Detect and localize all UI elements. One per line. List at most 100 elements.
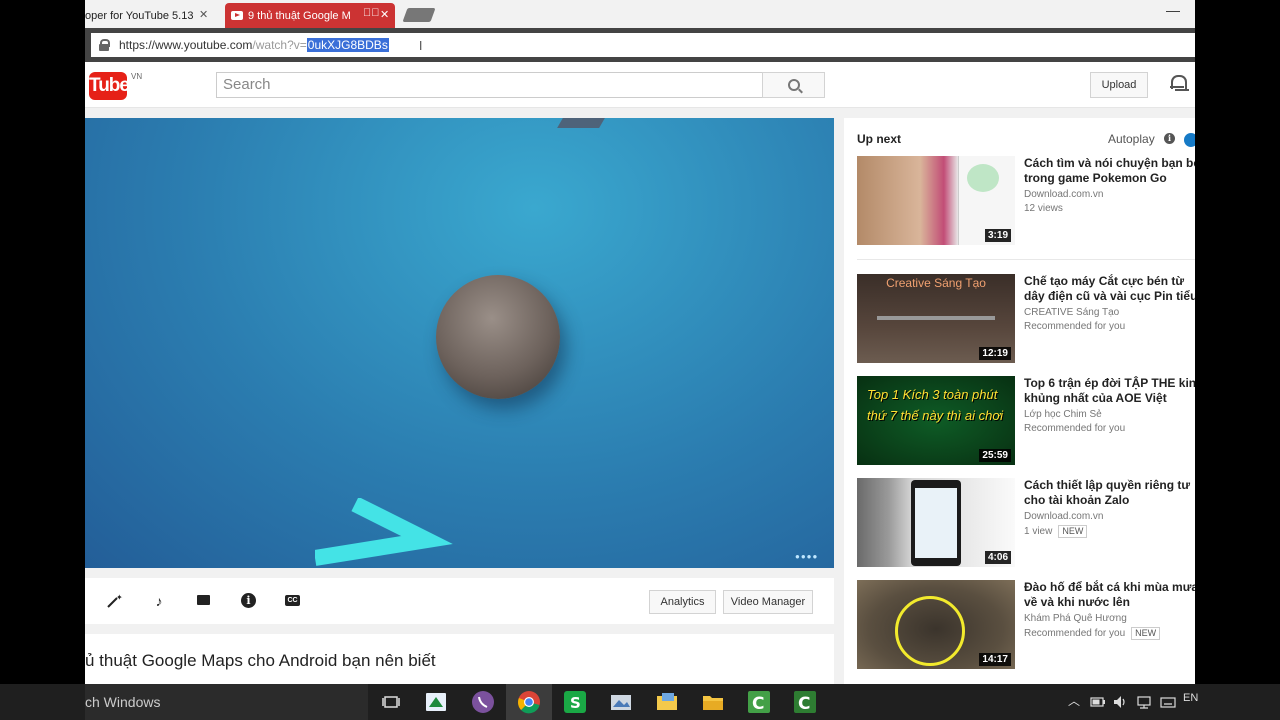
camtasia-icon[interactable]: C <box>746 689 772 715</box>
svg-text:C: C <box>752 694 764 714</box>
video-card[interactable]: Creative Sáng Tạo 12:19 Chế tạo máy Cắt … <box>857 274 1195 364</box>
video-thumbnail[interactable]: Top 1 Kích 3 toàn phút thứ 7 thế này thì… <box>857 376 1015 465</box>
video-card-meta: 12 views <box>1024 203 1063 214</box>
video-thumbnail[interactable]: Creative Sáng Tạo 12:19 <box>857 274 1015 363</box>
video-info-panel: ủ thuật Google Maps cho Android bạn nên … <box>85 634 834 684</box>
chrome-icon[interactable] <box>516 689 542 715</box>
battery-icon[interactable] <box>1090 694 1106 710</box>
autoplay-toggle[interactable] <box>1184 133 1195 147</box>
tab-close-icon[interactable]: ✕ <box>380 8 389 21</box>
video-card[interactable]: 14:17 Đào hố để bắt cá khi mùa mưa về và… <box>857 580 1195 670</box>
search-icon <box>787 79 800 91</box>
tab-title: 9 thủ thuật Google M <box>248 9 351 22</box>
speaker-icon[interactable]: ◀ﾞ <box>363 7 380 19</box>
video-player[interactable]: ●●●● <box>85 118 834 568</box>
video-card-channel: Download.com.vn <box>1024 189 1104 200</box>
camtasia-recorder-icon[interactable]: C <box>792 689 818 715</box>
notification-bell-icon[interactable] <box>1170 74 1187 91</box>
youtube-page: Tube VN Search Upload ●●●● ✦ ♪ i CC Anal… <box>85 62 1195 684</box>
video-card-title[interactable]: Top 6 trận ép đời TẬP THE kinh khủng nhấ… <box>1024 376 1195 406</box>
taskbar-search-box[interactable]: ch Windows <box>85 684 368 720</box>
video-card-channel: Download.com.vn <box>1024 511 1104 522</box>
info-icon[interactable]: i <box>1164 133 1175 144</box>
captions-icon[interactable]: CC <box>284 592 302 610</box>
file-explorer-icon[interactable] <box>700 689 726 715</box>
video-card-recommended: Recommended for you <box>1024 628 1126 639</box>
chevron-up-icon[interactable]: ︿ <box>1068 692 1080 709</box>
video-frame-sphere <box>436 275 560 399</box>
video-thumbnail[interactable]: 14:17 <box>857 580 1015 669</box>
info-icon[interactable]: i <box>240 592 258 610</box>
video-card-channel: CREATIVE Sáng Tạo <box>1024 307 1120 318</box>
screen-border-right <box>1195 0 1280 684</box>
youtube-favicon-icon <box>231 11 243 20</box>
address-bar[interactable]: https://www.youtube.com/watch?v= 0ukXJG8B… <box>91 33 1195 57</box>
thumbnail-wire <box>877 316 995 320</box>
text-cursor-icon: I <box>418 37 423 53</box>
task-view-icon[interactable] <box>379 689 405 715</box>
volume-icon[interactable] <box>1112 694 1128 710</box>
thumbnail-caption: Top 1 Kích 3 toàn phút thứ 7 thế này thì… <box>867 387 1004 423</box>
new-badge: NEW <box>1058 525 1088 538</box>
video-card[interactable]: 4:06 Cách thiết lập quyền riêng tư cho t… <box>857 478 1195 568</box>
video-duration: 3:19 <box>984 229 1011 242</box>
video-duration: 12:19 <box>979 347 1011 360</box>
video-card-recommended: Recommended for you <box>1024 423 1126 434</box>
annotations-icon[interactable] <box>195 592 213 610</box>
browser-toolbar: https://www.youtube.com/watch?v= 0ukXJG8B… <box>85 28 1195 62</box>
video-manager-button[interactable]: Video Manager <box>723 590 813 614</box>
upload-button[interactable]: Upload <box>1090 72 1148 98</box>
search-button[interactable] <box>762 72 825 98</box>
language-indicator[interactable]: EN <box>1183 692 1198 704</box>
up-next-heading: Up next <box>857 132 902 146</box>
youtube-logo[interactable]: Tube <box>89 72 130 100</box>
window-minimize-button[interactable]: — <box>1166 2 1180 18</box>
music-note-icon[interactable]: ♪ <box>150 592 168 610</box>
tab-close-icon[interactable]: ✕ <box>199 8 208 21</box>
url-selected-text: 0ukXJG8BDBs <box>306 38 389 52</box>
browser-tab-youtube[interactable]: 9 thủ thuật Google M ◀ﾞ ✕ <box>225 3 395 28</box>
browser-tabstrip: oper for YouTube 5.13 ✕ 9 thủ thuật Goog… <box>85 0 1195 28</box>
video-duration: 14:17 <box>979 653 1011 666</box>
creator-bar: ✦ ♪ i CC Analytics Video Manager <box>85 578 834 624</box>
thumbnail-phone-screen <box>915 488 957 558</box>
svg-text:✦: ✦ <box>116 593 123 602</box>
video-duration: 25:59 <box>979 449 1011 462</box>
video-card-channel: Lớp học Chim Sẻ <box>1024 409 1102 420</box>
video-card-title[interactable]: Cách thiết lập quyền riêng tư cho tài kh… <box>1024 478 1195 508</box>
analytics-button[interactable]: Analytics <box>649 590 716 614</box>
mail-folder-icon[interactable] <box>654 689 680 715</box>
thumbnail-highlight-ring <box>895 596 965 666</box>
video-frame-chevron <box>315 498 453 566</box>
video-card-recommended: Recommended for you <box>1024 321 1126 332</box>
video-card-title[interactable]: Chế tạo máy Cắt cực bén từ dây điện cũ v… <box>1024 274 1195 304</box>
url-host: https://www.youtube.com <box>119 38 253 52</box>
video-card[interactable]: Top 1 Kích 3 toàn phút thứ 7 thế này thì… <box>857 376 1195 466</box>
video-card[interactable]: 3:19 Cách tìm và nói chuyện bạn bè trong… <box>857 156 1195 246</box>
video-card-title[interactable]: Cách tìm và nói chuyện bạn bè trong game… <box>1024 156 1195 186</box>
video-card-meta: Recommended for you <box>1024 423 1125 434</box>
app-window-icon[interactable] <box>423 689 449 715</box>
country-code: VN <box>131 72 143 81</box>
image-viewer-icon[interactable] <box>608 689 634 715</box>
spreadsheet-app-icon[interactable]: S <box>562 689 588 715</box>
svg-text:S: S <box>570 694 581 712</box>
video-card-meta: 1 view NEW <box>1024 525 1088 538</box>
video-thumbnail[interactable]: 3:19 <box>857 156 1015 245</box>
network-icon[interactable] <box>1136 694 1152 710</box>
search-input[interactable]: Search <box>216 72 763 98</box>
lock-icon[interactable] <box>97 38 111 52</box>
video-thumbnail[interactable]: 4:06 <box>857 478 1015 567</box>
new-tab-button[interactable] <box>402 8 436 22</box>
viber-icon[interactable] <box>470 689 496 715</box>
browser-tab-extension[interactable]: oper for YouTube 5.13 ✕ <box>85 3 215 28</box>
magic-wand-icon[interactable]: ✦ <box>105 592 123 610</box>
keyboard-icon[interactable] <box>1160 694 1176 710</box>
video-card-meta: Recommended for you <box>1024 321 1125 332</box>
video-card-views: 12 views <box>1024 203 1063 214</box>
thumbnail-caption: Creative Sáng Tạo <box>886 276 986 290</box>
video-card-title[interactable]: Đào hố để bắt cá khi mùa mưa về và khi n… <box>1024 580 1195 610</box>
new-badge: NEW <box>1131 627 1161 640</box>
screen-border-left <box>0 0 85 720</box>
windows-taskbar: ch Windows S C C ︿ EN <box>0 684 1280 720</box>
